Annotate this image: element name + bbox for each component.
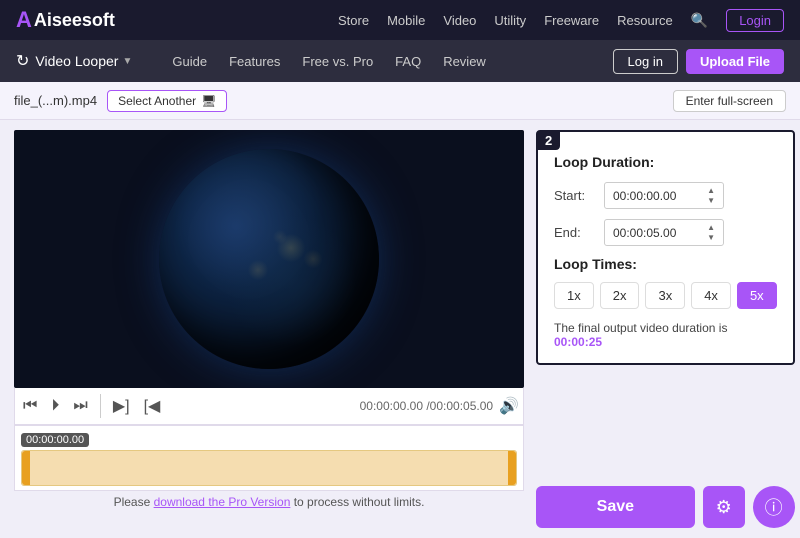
loop-5x-button[interactable]: 5x — [737, 282, 777, 309]
save-area: Save ⚙ ⓘ — [536, 486, 795, 528]
loop-2x-button[interactable]: 2x — [600, 282, 640, 309]
loop-settings-card: 2 Loop Duration: Start: 00:00:00.00 ▲ ▼ … — [536, 130, 795, 365]
resource-link[interactable]: Resource — [617, 13, 673, 28]
loop-end-button[interactable]: [◀ — [140, 394, 165, 418]
output-text: The final output video duration is — [554, 321, 727, 335]
top-nav-links: Store Mobile Video Utility Freeware Reso… — [338, 9, 784, 32]
loop-3x-button[interactable]: 3x — [645, 282, 685, 309]
settings-button[interactable]: ⚙ — [703, 486, 745, 528]
faq-link[interactable]: FAQ — [395, 54, 421, 69]
start-row: Start: 00:00:00.00 ▲ ▼ — [554, 182, 777, 209]
start-label: Start: — [554, 188, 604, 203]
file-name: file_(...m).mp4 — [14, 93, 97, 108]
controls-divider — [100, 394, 101, 418]
fullscreen-button[interactable]: Enter full-screen — [673, 90, 786, 112]
pro-message-text: Please — [114, 495, 154, 509]
select-another-button[interactable]: Select Another 🖥 — [107, 90, 227, 112]
end-arrows: ▲ ▼ — [707, 223, 715, 242]
video-link[interactable]: Video — [443, 13, 476, 28]
output-duration-value: 00:00:25 — [554, 335, 602, 349]
loop-4x-button[interactable]: 4x — [691, 282, 731, 309]
logo: A Aiseesoft — [16, 7, 115, 33]
file-bar: file_(...m).mp4 Select Another 🖥 Enter f… — [0, 82, 800, 120]
upload-file-button[interactable]: Upload File — [686, 49, 784, 74]
timeline-time-label: 00:00:00.00 — [21, 433, 89, 447]
tool-brand: ↻ Video Looper ▼ — [16, 51, 132, 71]
tool-name: Video Looper — [35, 53, 118, 69]
end-input[interactable]: 00:00:05.00 ▲ ▼ — [604, 219, 724, 246]
timeline-handle-right[interactable] — [508, 451, 516, 485]
loop-1x-button[interactable]: 1x — [554, 282, 594, 309]
time-display: 00:00:00.00 /00:00:05.00 — [360, 399, 493, 413]
video-controls: ⏮ ⏵ ⏭ ▶] [◀ 00:00:00.00 /00:00:05.00 🔊 — [14, 388, 524, 425]
right-panel: 2 Loop Duration: Start: 00:00:00.00 ▲ ▼ … — [536, 130, 795, 528]
free-vs-pro-link[interactable]: Free vs. Pro — [302, 54, 373, 69]
loop-icon: ↻ — [16, 51, 29, 71]
chevron-down-icon[interactable]: ▼ — [122, 56, 132, 67]
search-icon[interactable]: 🔍 — [691, 12, 708, 29]
main-content: ⏮ ⏵ ⏭ ▶] [◀ 00:00:00.00 /00:00:05.00 🔊 0… — [0, 120, 800, 538]
help-icon: ⓘ — [765, 494, 783, 520]
review-link[interactable]: Review — [443, 54, 486, 69]
loop-times-buttons: 1x 2x 3x 4x 5x — [554, 282, 777, 309]
second-nav: ↻ Video Looper ▼ Guide Features Free vs.… — [0, 40, 800, 82]
start-arrows: ▲ ▼ — [707, 186, 715, 205]
skip-back-button[interactable]: ⏮ — [19, 395, 41, 417]
end-label: End: — [554, 225, 604, 240]
store-link[interactable]: Store — [338, 13, 369, 28]
gear-icon: ⚙ — [716, 497, 732, 518]
earth-visual — [159, 149, 379, 369]
start-up-arrow: ▲ — [707, 186, 715, 195]
second-nav-links: Guide Features Free vs. Pro FAQ Review — [172, 54, 612, 69]
skip-forward-button[interactable]: ⏭ — [69, 395, 91, 417]
utility-link[interactable]: Utility — [494, 13, 526, 28]
start-input[interactable]: 00:00:00.00 ▲ ▼ — [604, 182, 724, 209]
help-button[interactable]: ⓘ — [753, 486, 795, 528]
top-nav: A Aiseesoft Store Mobile Video Utility F… — [0, 0, 800, 40]
pro-message: Please download the Pro Version to proce… — [14, 491, 524, 513]
timeline-track[interactable] — [21, 450, 517, 486]
mobile-link[interactable]: Mobile — [387, 13, 425, 28]
timeline-handle-left[interactable] — [22, 451, 30, 485]
monitor-icon: 🖥 — [201, 94, 216, 108]
loop-start-button[interactable]: ▶] — [109, 394, 134, 418]
end-row: End: 00:00:05.00 ▲ ▼ — [554, 219, 777, 246]
output-duration: The final output video duration is 00:00… — [554, 321, 777, 349]
start-value: 00:00:00.00 — [613, 189, 676, 203]
start-down-arrow: ▼ — [707, 196, 715, 205]
loop-duration-title: Loop Duration: — [554, 154, 777, 170]
play-button[interactable]: ⏵ — [47, 395, 63, 417]
logo-text: Aiseesoft — [34, 10, 115, 31]
select-another-label: Select Another — [118, 94, 196, 108]
guide-link[interactable]: Guide — [172, 54, 207, 69]
video-panel: ⏮ ⏵ ⏭ ▶] [◀ 00:00:00.00 /00:00:05.00 🔊 0… — [14, 130, 524, 528]
end-down-arrow: ▼ — [707, 233, 715, 242]
pro-message-end: to process without limits. — [290, 495, 424, 509]
video-container — [14, 130, 524, 388]
timeline-area: 00:00:00.00 — [14, 425, 524, 491]
earth-lights — [159, 149, 379, 369]
save-button[interactable]: Save — [536, 486, 695, 528]
end-up-arrow: ▲ — [707, 223, 715, 232]
loop-times-title: Loop Times: — [554, 256, 777, 272]
logo-icon: A — [16, 7, 32, 33]
log-in-button[interactable]: Log in — [613, 49, 678, 74]
features-link[interactable]: Features — [229, 54, 280, 69]
pro-version-link[interactable]: download the Pro Version — [154, 495, 291, 509]
login-button[interactable]: Login — [726, 9, 784, 32]
step-badge: 2 — [537, 131, 560, 150]
volume-icon[interactable]: 🔊 — [499, 396, 519, 416]
end-value: 00:00:05.00 — [613, 226, 676, 240]
freeware-link[interactable]: Freeware — [544, 13, 599, 28]
